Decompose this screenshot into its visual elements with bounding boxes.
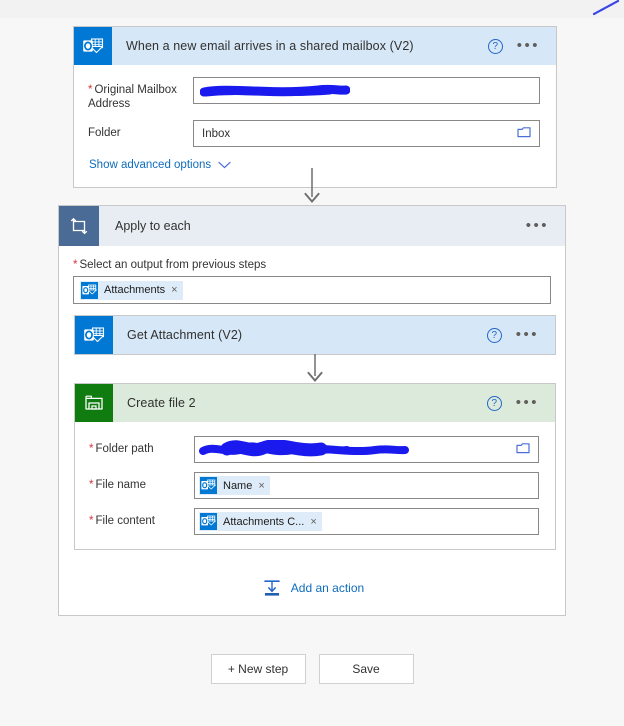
folder-path-input[interactable] [194, 436, 539, 463]
save-button[interactable]: Save [318, 654, 414, 684]
token-file-name[interactable]: Name × [199, 476, 270, 495]
required-asterisk: * [89, 479, 94, 491]
outlook-icon [200, 513, 217, 530]
required-asterisk: * [73, 259, 78, 271]
connector-trigger-to-loop [0, 168, 624, 205]
field-row-file-content: * File content Attachments C... × [89, 508, 539, 535]
token-remove-icon[interactable]: × [171, 284, 177, 296]
more-options-icon[interactable]: ••• [516, 327, 539, 342]
more-options-icon[interactable]: ••• [526, 218, 549, 233]
file-name-input[interactable]: Name × [194, 472, 539, 499]
select-output-label: * Select an output from previous steps [73, 259, 267, 271]
outlook-icon [74, 27, 112, 65]
more-options-icon[interactable]: ••• [516, 395, 539, 410]
apply-to-each-title: Apply to each [115, 219, 191, 233]
get-attachment-title: Get Attachment (V2) [127, 328, 243, 342]
token-file-content[interactable]: Attachments C... × [199, 512, 322, 531]
redaction-scribble [199, 440, 409, 457]
token-attachments[interactable]: Attachments × [80, 280, 183, 300]
field-row-folder-path: * Folder path [89, 436, 539, 463]
field-label-file-content: * File content [89, 515, 155, 527]
get-attachment-header[interactable]: Get Attachment (V2) ? ••• [75, 316, 555, 354]
outlook-icon [75, 316, 113, 354]
redaction-scribble [200, 84, 350, 97]
field-row-file-name: * File name Name × [89, 472, 539, 499]
help-icon[interactable]: ? [486, 327, 502, 343]
help-icon[interactable]: ? [486, 395, 502, 411]
add-an-action-label: Add an action [290, 581, 365, 595]
create-file-card[interactable]: Create file 2 ? ••• * Folder path * File… [74, 383, 556, 550]
folder-icon[interactable] [516, 442, 531, 458]
arrow-down-icon [304, 168, 320, 203]
required-asterisk: * [89, 515, 94, 527]
create-file-title: Create file 2 [127, 396, 196, 410]
outlook-icon [81, 281, 98, 299]
field-label-folder-path: * Folder path [89, 443, 154, 455]
footer-actions: + New step Save [0, 654, 624, 684]
field-row-folder: Folder Inbox [88, 120, 540, 147]
get-attachment-header-actions: ? ••• [486, 327, 555, 343]
field-label-folder: Folder [88, 127, 121, 139]
outlook-icon [200, 477, 217, 494]
sharepoint-icon [75, 384, 113, 422]
more-options-icon[interactable]: ••• [517, 38, 540, 53]
folder-icon[interactable] [517, 126, 532, 142]
apply-to-each-header[interactable]: Apply to each ••• [59, 206, 565, 246]
file-content-input[interactable]: Attachments C... × [194, 508, 539, 535]
required-asterisk: * [88, 84, 93, 96]
folder-value: Inbox [202, 127, 231, 140]
select-output-input[interactable]: Attachments × [73, 276, 551, 304]
token-label: Name [223, 479, 253, 492]
connector-get-attachment-to-create-file [74, 354, 556, 384]
create-file-header-actions: ? ••• [486, 395, 555, 411]
trigger-card[interactable]: When a new email arrives in a shared mai… [73, 26, 557, 188]
field-label-original-mailbox-address: * Original Mailbox Address [88, 84, 177, 110]
apply-to-each-header-actions: ••• [526, 218, 565, 233]
token-remove-icon[interactable]: × [258, 480, 264, 492]
create-file-header[interactable]: Create file 2 ? ••• [75, 384, 555, 422]
token-label: Attachments C... [223, 515, 305, 528]
add-an-action-button[interactable]: Add an action [59, 578, 567, 598]
original-mailbox-address-input[interactable] [193, 77, 540, 104]
field-row-original-mailbox-address: * Original Mailbox Address [88, 77, 540, 111]
new-step-button[interactable]: + New step [210, 654, 306, 684]
trigger-card-title: When a new email arrives in a shared mai… [126, 39, 414, 53]
get-attachment-card[interactable]: Get Attachment (V2) ? ••• [74, 315, 556, 355]
help-icon[interactable]: ? [487, 38, 503, 54]
folder-input[interactable]: Inbox [193, 120, 540, 147]
create-file-body: * Folder path * File name Name × * File … [75, 422, 555, 549]
apply-to-each-card[interactable]: Apply to each ••• * Select an output from… [58, 205, 566, 616]
token-remove-icon[interactable]: × [310, 516, 316, 528]
loop-icon [59, 206, 99, 246]
field-label-file-name: * File name [89, 479, 146, 491]
trigger-card-header[interactable]: When a new email arrives in a shared mai… [74, 27, 556, 65]
insert-step-icon [263, 580, 280, 596]
top-bar [0, 0, 624, 18]
required-asterisk: * [89, 443, 94, 455]
token-label: Attachments [104, 284, 166, 296]
apply-to-each-body: * Select an output from previous steps At… [59, 246, 565, 304]
trigger-header-actions: ? ••• [487, 38, 556, 54]
arrow-down-icon [307, 354, 323, 382]
